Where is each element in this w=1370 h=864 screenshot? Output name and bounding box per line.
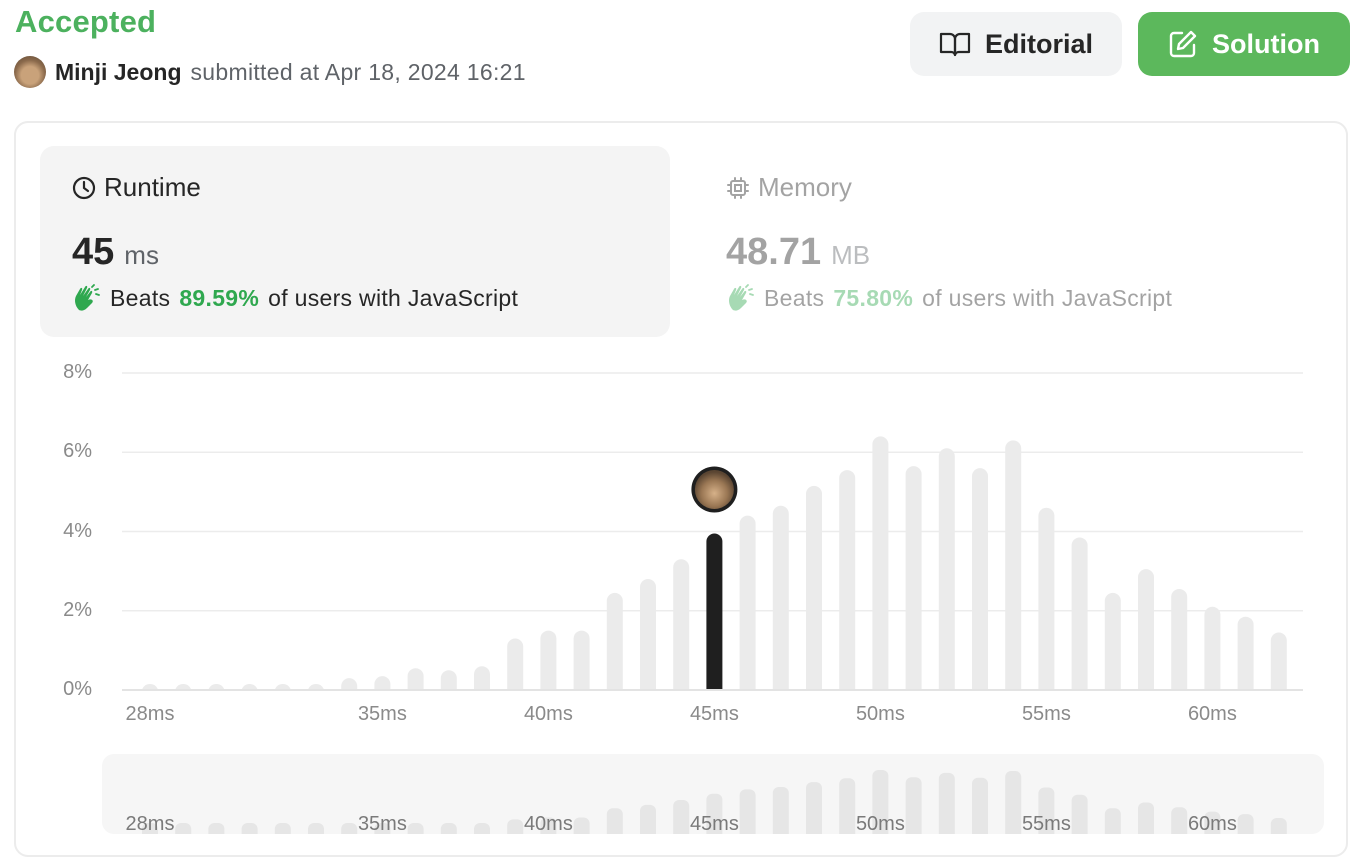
mini-bar: [905, 777, 922, 840]
range-navigator-chart[interactable]: [0, 0, 1370, 864]
x-tick-label: 40ms: [523, 813, 573, 835]
x-tick-label: 55ms: [1021, 813, 1071, 835]
x-tick-label: 45ms: [689, 813, 739, 835]
mini-bar: [938, 772, 955, 840]
mini-bar: [839, 778, 856, 840]
mini-bar: [972, 777, 988, 840]
mini-bar: [806, 782, 822, 840]
mini-bar: [772, 786, 789, 840]
x-tick-label: 28ms: [125, 813, 175, 835]
mini-bar: [1005, 770, 1022, 840]
x-tick-label: 35ms: [357, 813, 407, 835]
x-tick-label: 50ms: [855, 813, 905, 835]
mini-bar: [739, 789, 756, 840]
mini-bar: [1071, 794, 1088, 840]
x-tick-label: 60ms: [1187, 813, 1237, 835]
